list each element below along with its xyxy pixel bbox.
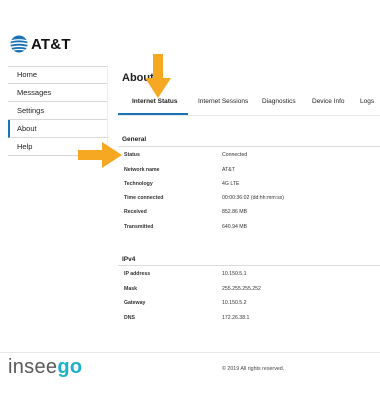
footer-divider [0,352,380,353]
sidebar-item-home[interactable]: Home [8,66,107,84]
logo-suffix: go [57,356,83,378]
mask-label: Mask [124,286,137,292]
technology-label: Technology [124,181,153,187]
network-name-label: Network name [124,167,160,173]
time-connected-label: Time connected [124,195,164,201]
copyright-text: © 2019 All rights reserved. [222,366,285,372]
tabs-divider [118,115,380,116]
technology-value: 4G LTE [222,181,240,187]
status-value: Connected [222,152,248,158]
right-arrow-annotation-icon [78,142,122,168]
active-tab-indicator [118,113,188,115]
status-label: Status [124,152,140,158]
tab-diagnostics[interactable]: Diagnostics [262,98,296,105]
sidebar-item-settings[interactable]: Settings [8,102,107,120]
tab-device-info[interactable]: Device Info [312,98,345,105]
logo-prefix: insee [8,356,58,378]
section-title-general: General [122,136,147,143]
received-label: Received [124,209,147,215]
gateway-value: 10.150.5.2 [222,300,247,306]
dns-label: DNS [124,315,135,321]
sidebar-item-messages[interactable]: Messages [8,84,107,102]
transmitted-label: Transmitted [124,224,154,230]
ip-address-value: 10.150.5.1 [222,271,247,277]
received-value: 852.86 MB [222,209,248,215]
time-connected-value: 00:00:36:02 (dd:hh:mm:ss) [222,195,284,201]
att-globe-icon [10,35,28,53]
down-arrow-annotation-icon [145,54,171,98]
gateway-label: Gateway [124,300,146,306]
ip-address-label: IP address [124,271,151,277]
transmitted-value: 640.94 MB [222,224,248,230]
brand-name: AT&T [31,35,71,53]
sidebar-item-about[interactable]: About [8,120,109,138]
sidebar-divider [107,66,108,152]
section-title-ipv4: IPv4 [122,256,136,263]
inseego-logo: inseego [8,356,82,379]
sidebar-item-label: About [17,124,37,133]
tab-internet-sessions[interactable]: Internet Sessions [198,98,248,105]
section-divider [118,146,380,147]
sidebar-item-label: Home [17,70,38,79]
section-divider [118,265,380,266]
mask-value: 255.255.255.252 [222,286,261,292]
dns-value: 172.26.38.1 [222,315,250,321]
sidebar-item-label: Settings [17,106,45,115]
network-name-value: AT&T [222,167,235,173]
tab-logs[interactable]: Logs [360,98,374,105]
sidebar-item-label: Messages [17,88,52,97]
brand-logo: AT&T [10,34,71,54]
tab-internet-status[interactable]: Internet Status [132,98,178,105]
